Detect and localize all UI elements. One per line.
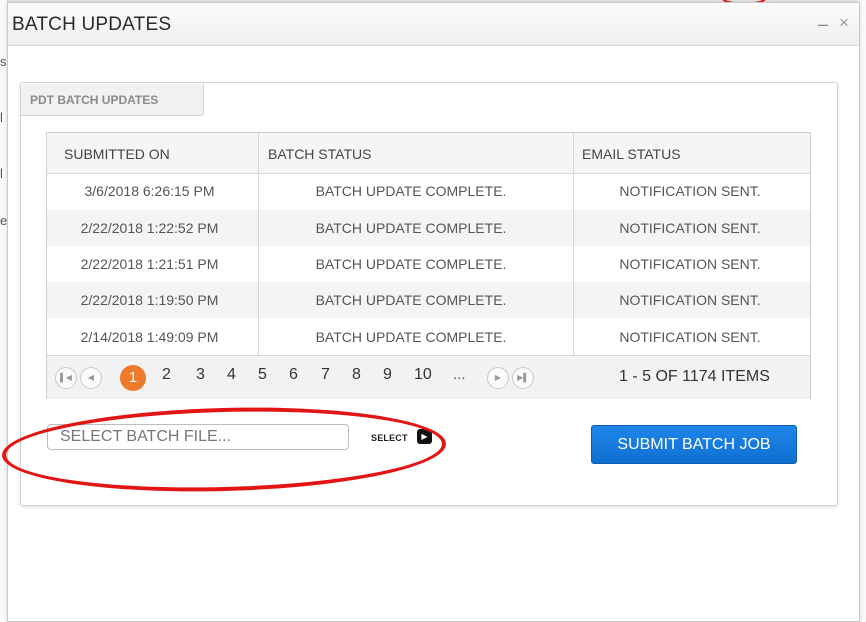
page-button[interactable]: 9 <box>383 366 392 384</box>
close-icon[interactable]: × <box>839 13 849 33</box>
cell-submitted-on: 3/6/2018 6:26:15 PM <box>84 183 215 199</box>
cell-submitted-on: 2/14/2018 1:49:09 PM <box>80 329 219 345</box>
column-divider <box>573 133 574 355</box>
dialog-title: BATCH UPDATES <box>12 14 172 35</box>
table-row[interactable]: 2/22/2018 1:21:51 PM BATCH UPDATE COMPLE… <box>47 246 810 282</box>
previous-page-icon[interactable]: ◀ <box>80 367 102 389</box>
cell-submitted-on: 2/22/2018 1:21:51 PM <box>80 256 219 272</box>
page-button[interactable]: 2 <box>162 366 171 384</box>
cell-email-status: NOTIFICATION SENT. <box>619 220 761 236</box>
next-page-icon[interactable]: ▶ <box>487 367 509 389</box>
cell-batch-status: BATCH UPDATE COMPLETE. <box>315 292 507 308</box>
batch-file-input[interactable] <box>47 424 349 450</box>
background-text-fragment: l <box>0 110 3 125</box>
page-button[interactable]: 3 <box>196 366 205 384</box>
tab-pdt-batch-updates[interactable]: PDT BATCH UPDATES <box>21 84 204 116</box>
select-file-button[interactable]: SELECT <box>371 433 408 443</box>
grid-header: SUBMITTED ON BATCH STATUS EMAIL STATUS <box>47 133 810 174</box>
page-button[interactable]: 10 <box>414 366 432 384</box>
minimize-icon[interactable]: – <box>818 15 828 33</box>
table-row[interactable]: 3/6/2018 6:26:15 PM BATCH UPDATE COMPLET… <box>47 173 810 209</box>
dialog-titlebar[interactable]: BATCH UPDATES – × <box>8 3 859 46</box>
table-row[interactable]: 2/14/2018 1:49:09 PM BATCH UPDATE COMPLE… <box>47 319 810 355</box>
page-button-active[interactable]: 1 <box>120 365 146 391</box>
page-button[interactable]: 4 <box>227 366 236 384</box>
cell-batch-status: BATCH UPDATE COMPLETE. <box>315 256 507 272</box>
background-text-fragment: l <box>0 166 3 181</box>
submit-batch-job-button[interactable]: SUBMIT BATCH JOB <box>591 425 797 464</box>
pager-item-count: 1 - 5 OF 1174 ITEMS <box>619 368 770 385</box>
cell-batch-status: BATCH UPDATE COMPLETE. <box>315 329 507 345</box>
page-button[interactable]: 7 <box>321 366 330 384</box>
select-arrow-icon[interactable]: ▶ <box>417 429 432 444</box>
cell-email-status: NOTIFICATION SENT. <box>619 256 761 272</box>
cell-email-status: NOTIFICATION SENT. <box>619 292 761 308</box>
page-button[interactable]: 6 <box>289 366 298 384</box>
page-button[interactable]: 8 <box>352 366 361 384</box>
page-button[interactable]: 5 <box>258 366 267 384</box>
cell-submitted-on: 2/22/2018 1:22:52 PM <box>80 220 219 236</box>
grid-pager: ▌◀ ◀ 1 2 3 4 5 6 7 8 9 10 ... ▶ ▶▌ 1 - 5… <box>47 355 810 399</box>
cell-batch-status: BATCH UPDATE COMPLETE. <box>315 183 507 199</box>
first-page-icon[interactable]: ▌◀ <box>55 367 77 389</box>
batch-history-grid: SUBMITTED ON BATCH STATUS EMAIL STATUS 3… <box>46 132 811 399</box>
cell-email-status: NOTIFICATION SENT. <box>619 329 761 345</box>
column-divider <box>258 133 259 355</box>
column-header-batch-status[interactable]: BATCH STATUS <box>268 146 371 162</box>
column-header-email-status[interactable]: EMAIL STATUS <box>582 146 681 162</box>
page-ellipsis[interactable]: ... <box>453 366 466 383</box>
background-text-fragment: s <box>0 54 7 69</box>
cell-email-status: NOTIFICATION SENT. <box>619 183 761 199</box>
tab-label: PDT BATCH UPDATES <box>30 93 159 107</box>
table-row[interactable]: 2/22/2018 1:22:52 PM BATCH UPDATE COMPLE… <box>47 210 810 246</box>
table-row[interactable]: 2/22/2018 1:19:50 PM BATCH UPDATE COMPLE… <box>47 282 810 318</box>
last-page-icon[interactable]: ▶▌ <box>512 367 534 389</box>
column-header-submitted-on[interactable]: SUBMITTED ON <box>64 146 170 162</box>
cell-submitted-on: 2/22/2018 1:19:50 PM <box>80 292 219 308</box>
cell-batch-status: BATCH UPDATE COMPLETE. <box>315 220 507 236</box>
